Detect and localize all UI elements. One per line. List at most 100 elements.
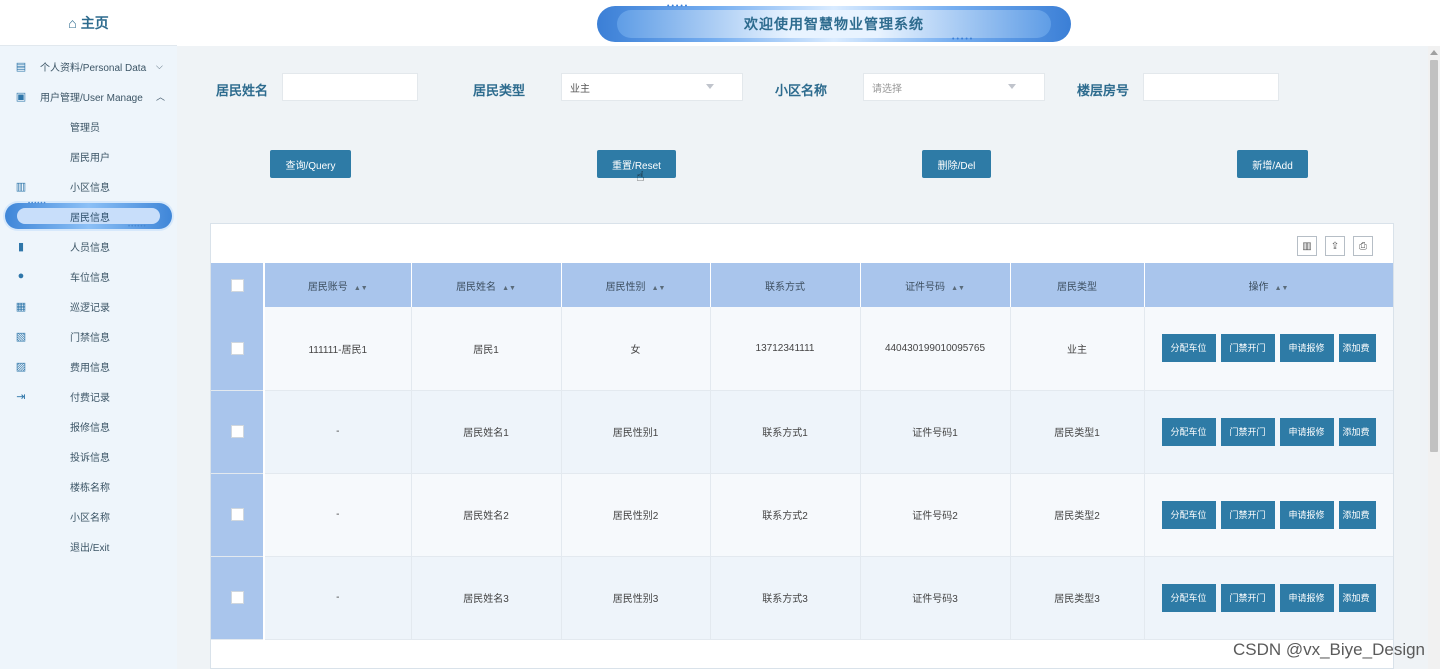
open-door-button[interactable]: 门禁开门 xyxy=(1220,417,1275,446)
sort-icon: ▲▼ xyxy=(651,284,666,292)
cell-gender: 居民性别2 xyxy=(561,473,711,557)
sidebar-item-community-name[interactable]: 小区名称 xyxy=(0,501,177,531)
title-banner: ••••• 欢迎使用智慧物业管理系统 ••••• xyxy=(597,3,1071,43)
select-all-checkbox[interactable] xyxy=(230,278,244,292)
add-fee-button[interactable]: 添加费 xyxy=(1338,500,1376,529)
sort-icon: ▲▼ xyxy=(1274,284,1289,292)
export-icon[interactable]: ⇪ xyxy=(1325,236,1345,256)
sidebar-item-resident-info[interactable]: •••••• 居民信息 •••••• xyxy=(0,201,177,231)
open-door-button[interactable]: 门禁开门 xyxy=(1220,583,1275,612)
apply-repair-button[interactable]: 申请报修 xyxy=(1279,417,1334,446)
home-icon: ⌂ xyxy=(68,14,77,31)
add-fee-button[interactable]: 添加费 xyxy=(1338,583,1376,612)
cell-gender: 居民性别1 xyxy=(561,390,711,474)
cell-actions: 分配车位 门禁开门 申请报修 添加费 xyxy=(1144,307,1393,391)
resident-name-label: 居民姓名 xyxy=(216,83,269,98)
calendar-check-icon: ▧ xyxy=(15,330,27,343)
page-title: 欢迎使用智慧物业管理系统 xyxy=(744,16,924,32)
table-panel: ▥ ⇪ ⎙ 居民账号 ▲▼ 居民姓名 ▲▼ 居民性别 ▲▼ 联系方式 证件号码 ▲▼ 居… xyxy=(210,223,1394,669)
apply-repair-button[interactable]: 申请报修 xyxy=(1279,500,1334,529)
cell-name: 居民姓名1 xyxy=(411,390,562,474)
sidebar-item-personal-data[interactable]: ▤ 个人资料/Personal Data ⌵ xyxy=(0,51,177,81)
table-row: - 居民姓名2 居民性别2 联系方式2 证件号码2 居民类型2 分配车位 门禁开门… xyxy=(211,473,1393,557)
cell-contact: 联系方式3 xyxy=(710,556,861,640)
sidebar-item-access-info[interactable]: ▧ 门禁信息 xyxy=(0,321,177,351)
table-row: - 居民姓名1 居民性别1 联系方式1 证件号码1 居民类型1 分配车位 门禁开门… xyxy=(211,390,1393,474)
cell-account: - xyxy=(264,556,412,640)
sidebar-item-repair-info[interactable]: 报修信息 xyxy=(0,411,177,441)
row-checkbox[interactable] xyxy=(230,591,244,604)
col-header-type[interactable]: 居民类型 xyxy=(1010,263,1145,307)
sort-icon: ▲▼ xyxy=(353,284,368,292)
apply-repair-button[interactable]: 申请报修 xyxy=(1279,334,1334,363)
col-header-id-number[interactable]: 证件号码 ▲▼ xyxy=(860,263,1011,307)
open-door-button[interactable]: 门禁开门 xyxy=(1220,334,1275,363)
cell-actions: 分配车位 门禁开门 申请报修 添加费 xyxy=(1144,473,1393,557)
col-header-contact[interactable]: 联系方式 xyxy=(710,263,861,307)
sidebar-item-user-manage[interactable]: ▣ 用户管理/User Manage ︿ xyxy=(0,81,177,111)
sidebar-item-complaint-info[interactable]: 投诉信息 xyxy=(0,441,177,471)
sidebar-item-building-name[interactable]: 楼栋名称 xyxy=(0,471,177,501)
cell-account: 111111-居民1 xyxy=(264,307,412,391)
sidebar: ⌂ 主页 ▤ 个人资料/Personal Data ⌵ ▣ 用户管理/User … xyxy=(0,0,177,669)
floor-room-label: 楼层房号 xyxy=(1077,83,1130,98)
book-icon: ▨ xyxy=(15,360,27,373)
home-link[interactable]: ⌂ 主页 xyxy=(0,0,177,46)
sidebar-item-patrol-record[interactable]: ▦ 巡逻记录 xyxy=(0,291,177,321)
assign-parking-button[interactable]: 分配车位 xyxy=(1161,583,1216,612)
cell-id-number: 证件号码2 xyxy=(860,473,1011,557)
cell-type: 居民类型3 xyxy=(1010,556,1145,640)
print-icon[interactable]: ⎙ xyxy=(1353,236,1373,256)
dots-decoration: ••••• xyxy=(667,3,690,10)
user-manage-icon: ▣ xyxy=(15,90,27,103)
assign-parking-button[interactable]: 分配车位 xyxy=(1161,500,1216,529)
dots-decoration: ••••• xyxy=(952,36,975,43)
select-all-cell xyxy=(211,263,265,307)
watermark: CSDN @vx_Biye_Design xyxy=(1232,640,1425,659)
scrollbar-thumb[interactable] xyxy=(1430,60,1438,452)
col-header-account[interactable]: 居民账号 ▲▼ xyxy=(264,263,412,307)
delete-button[interactable]: 删除/Del xyxy=(922,150,991,178)
query-button[interactable]: 查询/Query xyxy=(270,150,351,178)
col-header-actions: 操作 ▲▼ xyxy=(1144,263,1393,307)
assign-parking-button[interactable]: 分配车位 xyxy=(1161,334,1216,363)
sort-icon: ▲▼ xyxy=(502,284,516,292)
table-row: 111111-居民1 居民1 女 13712341111 44043019901… xyxy=(211,307,1393,391)
page-scrollbar[interactable] xyxy=(1428,46,1440,669)
resident-name-input[interactable] xyxy=(282,73,418,101)
cell-type: 业主 xyxy=(1010,307,1145,391)
community-name-placeholder: 请选择 xyxy=(872,83,902,95)
cell-type: 居民类型2 xyxy=(1010,473,1145,557)
sidebar-item-parking-info[interactable]: ● 车位信息 xyxy=(0,261,177,291)
community-name-select[interactable]: 请选择 xyxy=(863,73,1045,101)
scroll-up-icon[interactable] xyxy=(1430,50,1438,55)
sidebar-item-exit[interactable]: 退出/Exit xyxy=(0,531,177,561)
sidebar-item-fee-info[interactable]: ▨ 费用信息 xyxy=(0,351,177,381)
add-fee-button[interactable]: 添加费 xyxy=(1338,334,1376,363)
col-header-name[interactable]: 居民姓名 ▲▼ xyxy=(411,263,562,307)
row-checkbox[interactable] xyxy=(230,425,244,438)
col-header-gender[interactable]: 居民性别 ▲▼ xyxy=(561,263,711,307)
add-button[interactable]: 新增/Add xyxy=(1237,150,1308,178)
caret-down-icon xyxy=(706,84,714,89)
chevron-down-icon: ⌵ xyxy=(156,60,163,71)
add-fee-button[interactable]: 添加费 xyxy=(1338,417,1376,446)
apply-repair-button[interactable]: 申请报修 xyxy=(1279,583,1334,612)
open-door-button[interactable]: 门禁开门 xyxy=(1220,500,1275,529)
sidebar-item-resident-user[interactable]: 居民用户 xyxy=(0,141,177,171)
row-checkbox[interactable] xyxy=(230,341,244,355)
row-checkbox[interactable] xyxy=(230,508,244,521)
cell-id-number: 440430199010095765 xyxy=(860,307,1011,391)
cell-gender: 居民性别3 xyxy=(561,556,711,640)
resident-type-select[interactable]: 业主 xyxy=(561,73,743,101)
sidebar-item-community-info[interactable]: ▥ 小区信息 xyxy=(0,171,177,201)
cell-actions: 分配车位 门禁开门 申请报修 添加费 xyxy=(1144,390,1393,474)
resident-table: 居民账号 ▲▼ 居民姓名 ▲▼ 居民性别 ▲▼ 联系方式 证件号码 ▲▼ 居民类型 操作… xyxy=(211,263,1393,640)
floor-room-input[interactable] xyxy=(1143,73,1279,101)
sidebar-item-staff-info[interactable]: ▮ 人员信息 xyxy=(0,231,177,261)
sidebar-item-payment-record[interactable]: ⇥ 付费记录 xyxy=(0,381,177,411)
assign-parking-button[interactable]: 分配车位 xyxy=(1161,417,1216,446)
sidebar-item-admin[interactable]: 管理员 xyxy=(0,111,177,141)
columns-icon[interactable]: ▥ xyxy=(1297,236,1317,256)
chevron-up-icon: ︿ xyxy=(156,91,166,102)
